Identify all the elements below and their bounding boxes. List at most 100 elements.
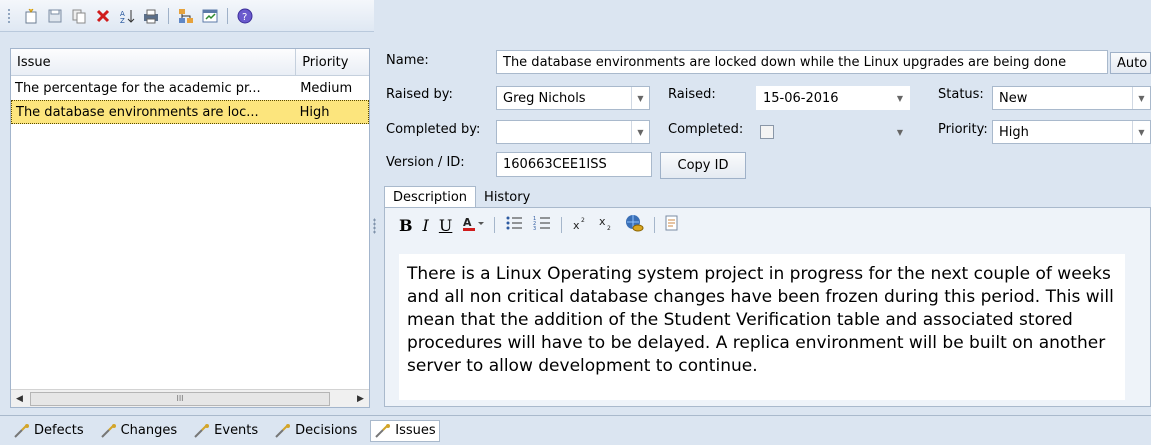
superscript-icon[interactable]: x2 (572, 215, 588, 235)
chevron-down-icon[interactable]: ▼ (631, 87, 649, 109)
link-icon (100, 423, 116, 438)
chevron-down-icon[interactable]: ▼ (1132, 121, 1150, 143)
svg-text:2: 2 (607, 225, 611, 231)
tab-history[interactable]: History (476, 186, 538, 208)
toolbar: AZ ? (0, 0, 374, 32)
copy-id-button[interactable]: Copy ID (660, 152, 746, 179)
new-icon[interactable] (22, 7, 40, 25)
issue-list: Issue Priority The percentage for the ac… (10, 48, 370, 408)
subscript-icon[interactable]: x2 (598, 215, 614, 235)
svg-text:x: x (573, 219, 580, 231)
raised-by-value: Greg Nichols (503, 90, 586, 106)
horizontal-scrollbar[interactable]: ◀ III ▶ (11, 389, 369, 407)
svg-text:x: x (599, 215, 606, 228)
raised-by-select[interactable]: Greg Nichols ▼ (496, 86, 650, 110)
properties-icon[interactable] (201, 7, 219, 25)
svg-text:Z: Z (120, 17, 125, 24)
chevron-down-icon[interactable]: ▼ (1132, 87, 1150, 109)
list-item[interactable]: The percentage for the academic pr... Me… (11, 76, 369, 100)
tab-decisions[interactable]: Decisions (271, 420, 360, 442)
raised-date-value: 15-06-2016 (763, 90, 839, 106)
svg-text:A: A (463, 216, 472, 229)
bottom-tab-bar: Defects Changes Events Decisions Issues (0, 415, 1151, 445)
delete-icon[interactable] (94, 7, 112, 25)
link-icon (14, 423, 29, 438)
splitter-grip (373, 218, 376, 234)
auto-button[interactable]: Auto (1110, 52, 1151, 74)
svg-text:?: ? (242, 12, 247, 23)
completed-label: Completed: (668, 122, 744, 137)
toolbar-separator (168, 7, 169, 24)
column-header-priority[interactable]: Priority (296, 49, 369, 75)
help-icon[interactable]: ? (236, 7, 254, 25)
issue-name: The database environments are loc... (16, 104, 259, 120)
tab-label: Changes (120, 423, 178, 438)
raised-by-label: Raised by: (386, 87, 453, 102)
version-id-input[interactable]: 160663CEE1ISS (496, 152, 652, 177)
list-header: Issue Priority (11, 49, 369, 76)
editor-separator (494, 217, 496, 233)
save-icon[interactable] (46, 7, 64, 25)
tab-label: Defects (34, 423, 84, 438)
document-icon[interactable] (665, 215, 679, 235)
priority-select[interactable]: High ▼ (992, 120, 1151, 144)
chevron-down-icon[interactable]: ▼ (891, 87, 909, 109)
print-icon[interactable] (142, 7, 160, 25)
priority-value: High (999, 124, 1029, 140)
chevron-down-icon[interactable]: ▼ (631, 121, 649, 143)
issue-priority: High (299, 104, 330, 120)
tab-description[interactable]: Description (384, 186, 477, 208)
scroll-grip: III (176, 394, 184, 403)
chevron-down-icon[interactable]: ▼ (891, 121, 909, 143)
completed-by-label: Completed by: (386, 122, 481, 137)
scroll-right-icon[interactable]: ▶ (352, 390, 369, 407)
issue-priority: Medium (300, 80, 353, 96)
tab-changes[interactable]: Changes (97, 420, 181, 442)
editor-separator (561, 217, 563, 233)
tab-label: Decisions (295, 423, 358, 438)
tab-label: Events (214, 423, 259, 438)
tab-label: Issues (395, 423, 436, 438)
pane-splitter[interactable] (372, 48, 378, 408)
priority-label: Priority: (938, 122, 988, 137)
hierarchy-icon[interactable] (177, 7, 195, 25)
toolbar-grip (7, 8, 11, 24)
raised-label: Raised: (668, 87, 716, 102)
svg-text:2: 2 (581, 217, 585, 224)
bold-button[interactable]: B (399, 216, 413, 235)
status-value: New (999, 90, 1028, 106)
bullet-list-icon[interactable] (505, 215, 523, 235)
scroll-left-icon[interactable]: ◀ (11, 390, 28, 407)
name-label: Name: (386, 53, 429, 68)
sort-icon[interactable]: AZ (118, 7, 136, 25)
scroll-thumb[interactable]: III (30, 391, 330, 406)
name-input[interactable]: The database environments are locked dow… (496, 50, 1108, 74)
underline-button[interactable]: U (439, 216, 452, 235)
raised-date-picker[interactable]: 15-06-2016 ▼ (756, 86, 910, 110)
completed-by-select[interactable]: ▼ (496, 120, 650, 144)
list-item-selected[interactable]: The database environments are loc... Hig… (11, 100, 369, 124)
status-label: Status: (938, 87, 984, 102)
numbered-list-icon[interactable]: 123 (533, 215, 551, 235)
font-color-icon[interactable]: A (462, 215, 485, 235)
version-label: Version / ID: (386, 155, 465, 170)
status-select[interactable]: New ▼ (992, 86, 1151, 110)
column-header-issue[interactable]: Issue (11, 49, 297, 75)
link-icon (375, 423, 391, 438)
issue-name: The percentage for the academic pr... (15, 80, 261, 96)
link-icon (194, 423, 210, 438)
completed-date-picker[interactable]: ▼ (756, 120, 910, 144)
issue-form: Name: The database environments are lock… (380, 48, 1151, 183)
tab-defects[interactable]: Defects (10, 420, 87, 442)
link-icon (275, 423, 291, 438)
description-text[interactable]: There is a Linux Operating system projec… (399, 254, 1125, 400)
tab-issues[interactable]: Issues (370, 419, 440, 442)
completed-checkbox[interactable] (760, 125, 774, 139)
hyperlink-icon[interactable] (624, 214, 644, 236)
detail-tabs: Description History (384, 186, 538, 208)
editor-separator (654, 217, 656, 233)
copy-icon[interactable] (70, 7, 88, 25)
toolbar-separator (227, 7, 228, 24)
tab-events[interactable]: Events (190, 420, 261, 442)
italic-button[interactable]: I (423, 216, 429, 235)
